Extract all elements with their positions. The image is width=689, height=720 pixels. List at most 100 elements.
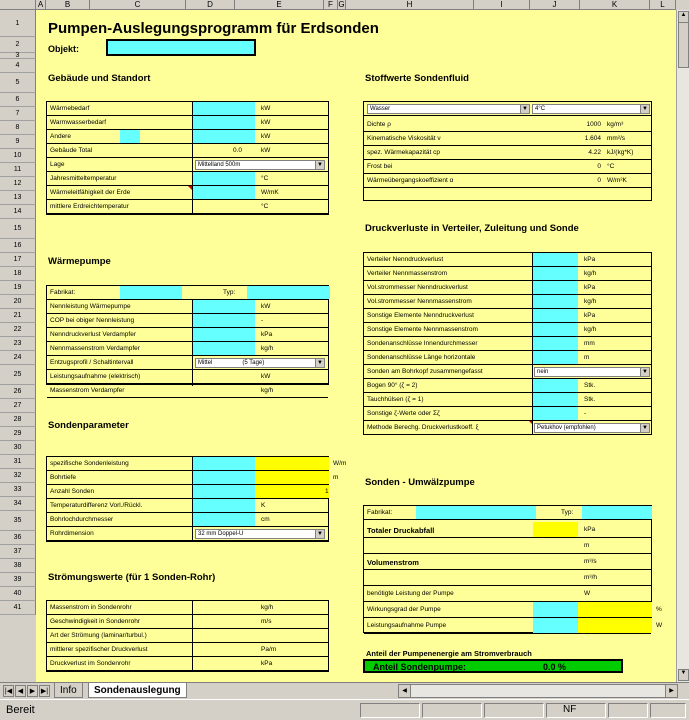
row-header[interactable]: 30 [0,441,36,455]
input-cell[interactable] [193,328,255,341]
input-cell[interactable] [193,342,255,355]
methode-dropdown[interactable]: Petukhov (empfohlen) ▼ [534,423,650,433]
chevron-down-icon[interactable]: ▼ [315,359,324,367]
temp-dropdown[interactable]: 4°C ▼ [532,104,650,114]
input-cell[interactable] [533,351,578,364]
input-cell[interactable] [533,602,578,617]
input-cell[interactable] [533,323,578,336]
row-header[interactable]: 4 [0,59,36,73]
input-cell[interactable] [533,407,578,420]
row-header[interactable]: 14 [0,205,36,219]
input-cell[interactable] [193,485,255,498]
column-header[interactable]: D [186,0,235,10]
row-header[interactable]: 22 [0,323,36,337]
row-header[interactable]: 16 [0,239,36,253]
input-cell[interactable] [533,253,578,266]
row-header[interactable]: 23 [0,337,36,351]
prev-sheet-icon[interactable]: ◀ [15,685,26,697]
scroll-thumb[interactable] [678,22,689,68]
column-header[interactable]: H [346,0,474,10]
scroll-left-icon[interactable]: ◀ [399,685,411,697]
column-header[interactable]: C [90,0,186,10]
bohrkopf-dropdown[interactable]: nein ▼ [534,367,650,377]
entzug-dropdown[interactable]: Mittel (5 Tage) ▼ [195,358,325,368]
chevron-down-icon[interactable]: ▼ [315,530,324,538]
input-cell[interactable] [193,102,255,115]
row-header[interactable]: 39 [0,573,36,587]
column-header[interactable]: I [474,0,530,10]
column-header[interactable]: L [650,0,676,10]
input-cell[interactable] [533,309,578,322]
row-header[interactable]: 12 [0,177,36,191]
input-cell[interactable] [193,499,255,512]
row-header[interactable]: 19 [0,281,36,295]
row-header[interactable]: 40 [0,587,36,601]
row-header[interactable]: 27 [0,399,36,413]
last-sheet-icon[interactable]: ▶| [39,685,50,697]
column-header[interactable]: K [580,0,650,10]
row-header[interactable]: 41 [0,601,36,615]
row-header[interactable]: 15 [0,219,36,239]
row-header[interactable]: 2 [0,37,36,53]
row-header[interactable]: 34 [0,497,36,511]
fluid-dropdown[interactable]: Wasser ▼ [367,104,530,114]
input-cell[interactable] [533,267,578,280]
row-header[interactable]: 11 [0,163,36,177]
chevron-down-icon[interactable]: ▼ [315,161,324,169]
pumpe-typ-input[interactable] [582,506,652,519]
tab-sondenauslegung[interactable]: Sondenauslegung [88,683,187,698]
chevron-down-icon[interactable]: ▼ [640,368,649,376]
input-cell[interactable] [193,300,255,313]
input-cell[interactable] [193,116,255,129]
next-sheet-icon[interactable]: ▶ [27,685,38,697]
row-header[interactable]: 1 [0,10,36,37]
tab-info[interactable]: Info [54,683,83,698]
scroll-down-icon[interactable]: ▼ [678,669,689,681]
row-header[interactable]: 21 [0,309,36,323]
row-header[interactable]: 5 [0,73,36,93]
chevron-down-icon[interactable]: ▼ [520,105,529,113]
row-header[interactable]: 35 [0,511,36,531]
scroll-right-icon[interactable]: ▶ [665,685,677,697]
input-cell[interactable] [533,618,578,633]
horizontal-scrollbar[interactable]: ◀ ▶ [398,684,678,698]
corner-cell[interactable] [0,0,36,10]
row-header[interactable]: 10 [0,149,36,163]
objekt-input[interactable] [106,39,256,56]
row-header[interactable]: 20 [0,295,36,309]
input-cell[interactable] [193,130,255,143]
typ-input[interactable] [247,286,330,299]
row-header[interactable]: 9 [0,135,36,149]
input-cell[interactable] [533,393,578,406]
input-cell[interactable] [193,457,255,470]
column-header[interactable]: F [324,0,338,10]
column-header[interactable]: A [36,0,46,10]
row-header[interactable]: 17 [0,253,36,267]
row-header[interactable]: 33 [0,483,36,497]
row-header[interactable]: 28 [0,413,36,427]
row-header[interactable]: 7 [0,107,36,121]
row-header[interactable]: 29 [0,427,36,441]
column-header[interactable]: J [530,0,580,10]
column-header[interactable]: E [235,0,324,10]
row-header[interactable]: 36 [0,531,36,545]
first-sheet-icon[interactable]: |◀ [3,685,14,697]
input-cell[interactable] [193,186,255,199]
chevron-down-icon[interactable]: ▼ [640,424,649,432]
column-header[interactable]: B [46,0,90,10]
row-header[interactable]: 31 [0,455,36,469]
row-header[interactable]: 26 [0,385,36,399]
input-cell[interactable] [193,471,255,484]
input-cell[interactable] [120,130,140,143]
vertical-scrollbar[interactable]: ▲ ▼ [676,10,689,682]
input-cell[interactable] [533,337,578,350]
row-header[interactable]: 37 [0,545,36,559]
input-cell[interactable] [533,295,578,308]
pumpe-fabrikat-input[interactable] [416,506,536,519]
row-header[interactable]: 32 [0,469,36,483]
input-cell[interactable] [193,513,255,526]
row-header[interactable]: 18 [0,267,36,281]
row-header[interactable]: 25 [0,365,36,385]
chevron-down-icon[interactable]: ▼ [640,105,649,113]
input-cell[interactable] [533,379,578,392]
